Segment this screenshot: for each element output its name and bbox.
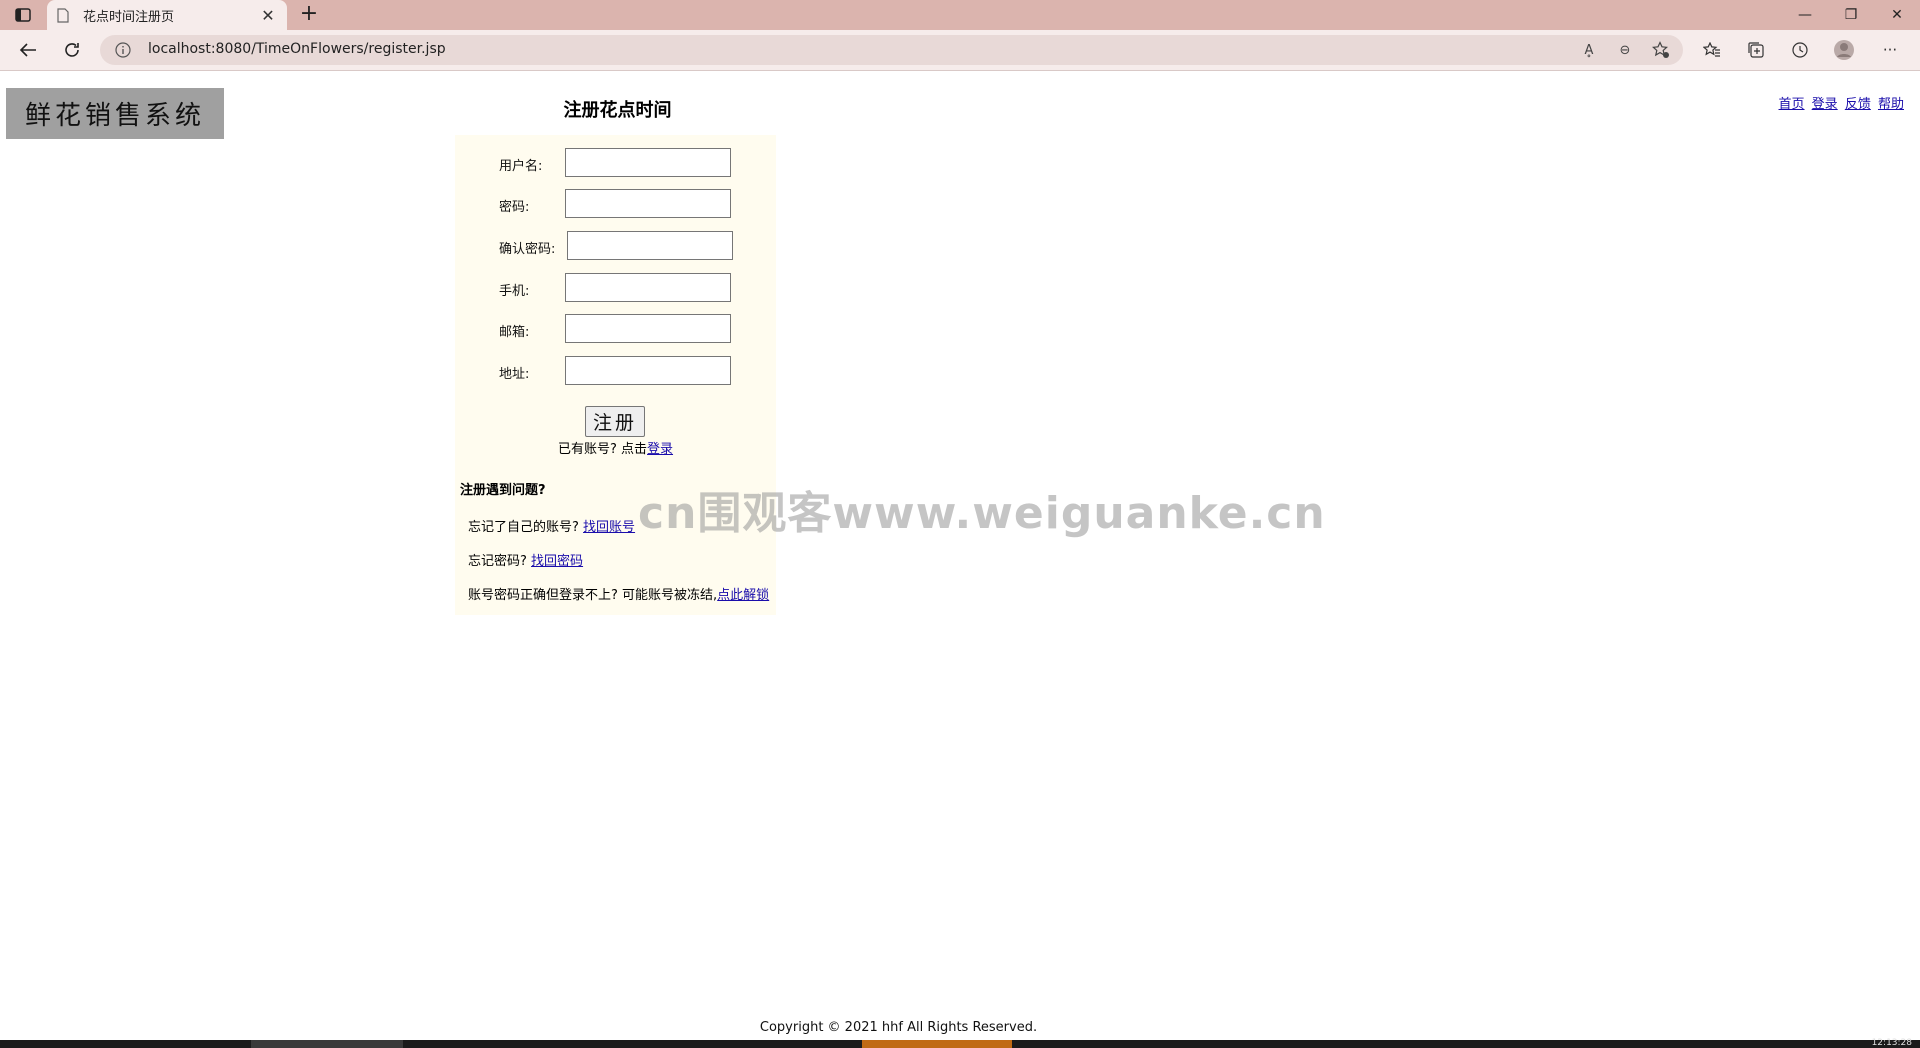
- site-logo: 鲜花销售系统: [6, 88, 224, 139]
- zoom-out-icon[interactable]: ⊖: [1614, 40, 1636, 60]
- username-input[interactable]: [565, 148, 731, 177]
- form-row-password: 密码:: [455, 188, 776, 220]
- recover-account-link[interactable]: 找回账号: [583, 520, 635, 535]
- form-row-username: 用户名:: [455, 147, 776, 179]
- password-label: 密码:: [499, 200, 530, 215]
- recover-password-link[interactable]: 找回密码: [531, 554, 583, 569]
- favorites-icon[interactable]: [1699, 38, 1725, 62]
- login-hint: 已有账号? 点击登录: [455, 438, 776, 457]
- email-input[interactable]: [565, 314, 731, 343]
- more-options-icon[interactable]: ···: [1877, 38, 1903, 62]
- password-input[interactable]: [565, 189, 731, 218]
- browser-tab[interactable]: 花点时间注册页 ✕: [47, 0, 287, 30]
- read-aloud-icon[interactable]: Ḁ: [1578, 40, 1600, 60]
- nav-link-login[interactable]: 登录: [1812, 97, 1838, 112]
- new-tab-button[interactable]: +: [296, 3, 322, 27]
- phone-input[interactable]: [565, 273, 731, 302]
- info-icon[interactable]: [114, 41, 132, 59]
- register-panel: 用户名: 密码: 确认密码: 手机: 邮箱: 地址: 注册 已有账号? 点击登录…: [455, 135, 776, 615]
- top-nav: 首页 登录 反馈 帮助: [1776, 93, 1904, 112]
- tab-title: 花点时间注册页: [83, 9, 175, 25]
- history-icon[interactable]: [1787, 38, 1813, 62]
- close-tab-icon[interactable]: ✕: [259, 6, 277, 25]
- os-taskbar: 12:13:28: [0, 1038, 1920, 1048]
- nav-link-help[interactable]: 帮助: [1878, 97, 1904, 112]
- help-item-password: 忘记密码? 找回密码: [468, 550, 583, 569]
- help-item-text: 账号密码正确但登录不上? 可能账号被冻结,: [468, 588, 718, 603]
- nav-link-feedback[interactable]: 反馈: [1845, 97, 1871, 112]
- back-arrow-icon[interactable]: [12, 35, 44, 65]
- minimize-button[interactable]: —: [1782, 0, 1828, 30]
- email-label: 邮箱:: [499, 325, 530, 340]
- help-item-text: 忘记密码?: [468, 554, 527, 569]
- collections-icon[interactable]: [1743, 38, 1769, 62]
- unlock-account-link[interactable]: 点此解锁: [717, 588, 769, 603]
- help-title: 注册遇到问题?: [460, 483, 546, 498]
- address-bar[interactable]: localhost:8080/TimeOnFlowers/register.js…: [100, 35, 1683, 65]
- confirm-password-label: 确认密码:: [499, 242, 556, 257]
- help-item-text: 忘记了自己的账号?: [468, 520, 579, 535]
- confirm-password-input[interactable]: [567, 231, 733, 260]
- watermark: cn围观客www.weiguanke.cn: [638, 488, 1326, 539]
- username-label: 用户名:: [499, 159, 543, 174]
- profile-avatar-icon[interactable]: [1831, 38, 1857, 62]
- form-row-confirm-password: 确认密码:: [455, 230, 776, 262]
- taskbar-app[interactable]: [251, 1040, 403, 1048]
- register-button[interactable]: 注册: [585, 406, 645, 437]
- help-item-account: 忘记了自己的账号? 找回账号: [468, 516, 635, 535]
- help-item-unlock: 账号密码正确但登录不上? 可能账号被冻结,点此解锁: [468, 584, 769, 603]
- page-icon: [57, 7, 73, 23]
- window-close-button[interactable]: ✕: [1874, 0, 1920, 30]
- phone-label: 手机:: [499, 284, 530, 299]
- page-title: 注册花点时间: [563, 100, 672, 121]
- form-row-phone: 手机:: [455, 272, 776, 304]
- browser-titlebar: 花点时间注册页 ✕ + — ❐ ✕: [0, 0, 1920, 30]
- taskbar-clock: 12:13:28: [1871, 1038, 1912, 1048]
- login-hint-text: 已有账号? 点击: [557, 442, 648, 457]
- nav-link-home[interactable]: 首页: [1779, 97, 1805, 112]
- taskbar-app-active[interactable]: [862, 1040, 1012, 1048]
- form-row-address: 地址:: [455, 355, 776, 387]
- tab-actions-icon[interactable]: [8, 4, 38, 26]
- footer-copyright: Copyright © 2021 hhf All Rights Reserved…: [759, 1020, 1038, 1035]
- restore-button[interactable]: ❐: [1828, 0, 1874, 30]
- url-text[interactable]: localhost:8080/TimeOnFlowers/register.js…: [148, 41, 446, 57]
- refresh-icon[interactable]: [56, 35, 88, 65]
- browser-toolbar: localhost:8080/TimeOnFlowers/register.js…: [0, 30, 1920, 71]
- login-link[interactable]: 登录: [647, 442, 673, 457]
- form-row-email: 邮箱:: [455, 313, 776, 345]
- address-label: 地址:: [499, 367, 530, 382]
- add-favorite-icon[interactable]: [1650, 40, 1672, 60]
- address-input[interactable]: [565, 356, 731, 385]
